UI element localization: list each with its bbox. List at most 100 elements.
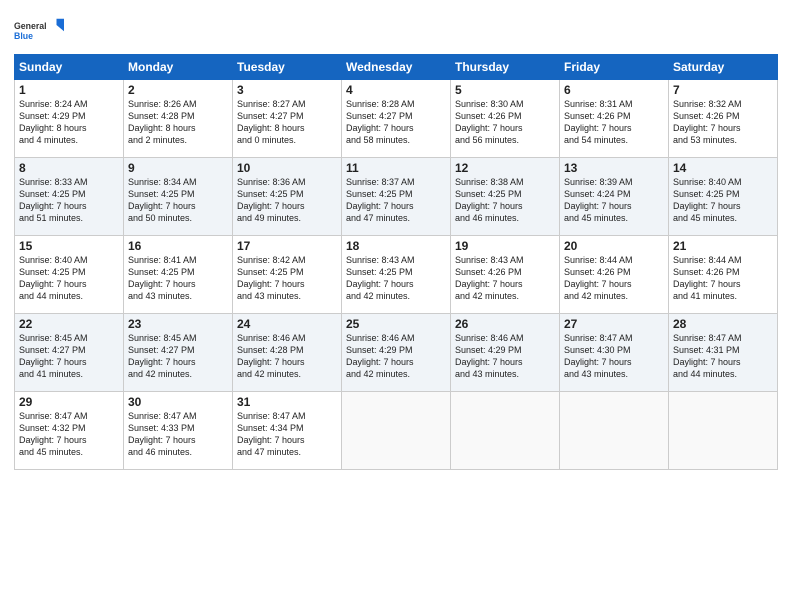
header-day-thursday: Thursday: [451, 55, 560, 80]
calendar-cell: [451, 392, 560, 470]
day-info: Sunrise: 8:40 AM Sunset: 4:25 PM Dayligh…: [673, 176, 773, 225]
calendar-cell: 22Sunrise: 8:45 AM Sunset: 4:27 PM Dayli…: [15, 314, 124, 392]
day-number: 8: [19, 161, 119, 175]
day-number: 23: [128, 317, 228, 331]
calendar-cell: 11Sunrise: 8:37 AM Sunset: 4:25 PM Dayli…: [342, 158, 451, 236]
day-number: 31: [237, 395, 337, 409]
calendar-cell: 19Sunrise: 8:43 AM Sunset: 4:26 PM Dayli…: [451, 236, 560, 314]
day-number: 4: [346, 83, 446, 97]
calendar-cell: 7Sunrise: 8:32 AM Sunset: 4:26 PM Daylig…: [669, 80, 778, 158]
day-info: Sunrise: 8:45 AM Sunset: 4:27 PM Dayligh…: [19, 332, 119, 381]
svg-text:General: General: [14, 21, 47, 31]
header-day-saturday: Saturday: [669, 55, 778, 80]
day-number: 2: [128, 83, 228, 97]
day-info: Sunrise: 8:37 AM Sunset: 4:25 PM Dayligh…: [346, 176, 446, 225]
calendar-cell: [560, 392, 669, 470]
svg-text:Blue: Blue: [14, 31, 33, 41]
calendar-cell: 30Sunrise: 8:47 AM Sunset: 4:33 PM Dayli…: [124, 392, 233, 470]
calendar-cell: 9Sunrise: 8:34 AM Sunset: 4:25 PM Daylig…: [124, 158, 233, 236]
day-info: Sunrise: 8:44 AM Sunset: 4:26 PM Dayligh…: [673, 254, 773, 303]
day-info: Sunrise: 8:41 AM Sunset: 4:25 PM Dayligh…: [128, 254, 228, 303]
week-row-2: 8Sunrise: 8:33 AM Sunset: 4:25 PM Daylig…: [15, 158, 778, 236]
day-number: 9: [128, 161, 228, 175]
calendar-cell: 12Sunrise: 8:38 AM Sunset: 4:25 PM Dayli…: [451, 158, 560, 236]
day-info: Sunrise: 8:38 AM Sunset: 4:25 PM Dayligh…: [455, 176, 555, 225]
day-info: Sunrise: 8:34 AM Sunset: 4:25 PM Dayligh…: [128, 176, 228, 225]
day-info: Sunrise: 8:36 AM Sunset: 4:25 PM Dayligh…: [237, 176, 337, 225]
day-number: 24: [237, 317, 337, 331]
calendar-cell: 25Sunrise: 8:46 AM Sunset: 4:29 PM Dayli…: [342, 314, 451, 392]
day-number: 5: [455, 83, 555, 97]
calendar-cell: 15Sunrise: 8:40 AM Sunset: 4:25 PM Dayli…: [15, 236, 124, 314]
header-day-sunday: Sunday: [15, 55, 124, 80]
logo: General Blue: [14, 10, 64, 50]
day-number: 1: [19, 83, 119, 97]
week-row-5: 29Sunrise: 8:47 AM Sunset: 4:32 PM Dayli…: [15, 392, 778, 470]
calendar-cell: 4Sunrise: 8:28 AM Sunset: 4:27 PM Daylig…: [342, 80, 451, 158]
calendar-header: SundayMondayTuesdayWednesdayThursdayFrid…: [15, 55, 778, 80]
calendar-cell: 17Sunrise: 8:42 AM Sunset: 4:25 PM Dayli…: [233, 236, 342, 314]
day-number: 14: [673, 161, 773, 175]
day-number: 27: [564, 317, 664, 331]
day-number: 10: [237, 161, 337, 175]
day-number: 17: [237, 239, 337, 253]
header-day-tuesday: Tuesday: [233, 55, 342, 80]
day-number: 13: [564, 161, 664, 175]
day-number: 12: [455, 161, 555, 175]
calendar-cell: 1Sunrise: 8:24 AM Sunset: 4:29 PM Daylig…: [15, 80, 124, 158]
calendar-table: SundayMondayTuesdayWednesdayThursdayFrid…: [14, 54, 778, 470]
calendar-cell: 20Sunrise: 8:44 AM Sunset: 4:26 PM Dayli…: [560, 236, 669, 314]
calendar-cell: 27Sunrise: 8:47 AM Sunset: 4:30 PM Dayli…: [560, 314, 669, 392]
day-info: Sunrise: 8:27 AM Sunset: 4:27 PM Dayligh…: [237, 98, 337, 147]
day-info: Sunrise: 8:40 AM Sunset: 4:25 PM Dayligh…: [19, 254, 119, 303]
day-number: 11: [346, 161, 446, 175]
day-number: 30: [128, 395, 228, 409]
day-number: 20: [564, 239, 664, 253]
logo-svg: General Blue: [14, 10, 64, 50]
week-row-3: 15Sunrise: 8:40 AM Sunset: 4:25 PM Dayli…: [15, 236, 778, 314]
day-info: Sunrise: 8:46 AM Sunset: 4:28 PM Dayligh…: [237, 332, 337, 381]
day-number: 16: [128, 239, 228, 253]
day-info: Sunrise: 8:32 AM Sunset: 4:26 PM Dayligh…: [673, 98, 773, 147]
day-info: Sunrise: 8:24 AM Sunset: 4:29 PM Dayligh…: [19, 98, 119, 147]
day-info: Sunrise: 8:44 AM Sunset: 4:26 PM Dayligh…: [564, 254, 664, 303]
calendar-cell: 14Sunrise: 8:40 AM Sunset: 4:25 PM Dayli…: [669, 158, 778, 236]
day-info: Sunrise: 8:42 AM Sunset: 4:25 PM Dayligh…: [237, 254, 337, 303]
day-number: 3: [237, 83, 337, 97]
page-container: General Blue SundayMondayTuesdayWednesda…: [0, 0, 792, 480]
day-info: Sunrise: 8:33 AM Sunset: 4:25 PM Dayligh…: [19, 176, 119, 225]
calendar-cell: 31Sunrise: 8:47 AM Sunset: 4:34 PM Dayli…: [233, 392, 342, 470]
day-number: 18: [346, 239, 446, 253]
day-info: Sunrise: 8:39 AM Sunset: 4:24 PM Dayligh…: [564, 176, 664, 225]
week-row-1: 1Sunrise: 8:24 AM Sunset: 4:29 PM Daylig…: [15, 80, 778, 158]
calendar-cell: 13Sunrise: 8:39 AM Sunset: 4:24 PM Dayli…: [560, 158, 669, 236]
day-number: 19: [455, 239, 555, 253]
calendar-cell: [342, 392, 451, 470]
calendar-cell: 23Sunrise: 8:45 AM Sunset: 4:27 PM Dayli…: [124, 314, 233, 392]
day-info: Sunrise: 8:47 AM Sunset: 4:31 PM Dayligh…: [673, 332, 773, 381]
calendar-cell: 10Sunrise: 8:36 AM Sunset: 4:25 PM Dayli…: [233, 158, 342, 236]
day-info: Sunrise: 8:43 AM Sunset: 4:26 PM Dayligh…: [455, 254, 555, 303]
calendar-cell: 6Sunrise: 8:31 AM Sunset: 4:26 PM Daylig…: [560, 80, 669, 158]
day-number: 7: [673, 83, 773, 97]
day-number: 21: [673, 239, 773, 253]
day-number: 6: [564, 83, 664, 97]
day-info: Sunrise: 8:45 AM Sunset: 4:27 PM Dayligh…: [128, 332, 228, 381]
calendar-cell: 21Sunrise: 8:44 AM Sunset: 4:26 PM Dayli…: [669, 236, 778, 314]
calendar-cell: 24Sunrise: 8:46 AM Sunset: 4:28 PM Dayli…: [233, 314, 342, 392]
day-number: 28: [673, 317, 773, 331]
day-info: Sunrise: 8:47 AM Sunset: 4:34 PM Dayligh…: [237, 410, 337, 459]
header-day-wednesday: Wednesday: [342, 55, 451, 80]
header-day-friday: Friday: [560, 55, 669, 80]
day-info: Sunrise: 8:26 AM Sunset: 4:28 PM Dayligh…: [128, 98, 228, 147]
calendar-cell: [669, 392, 778, 470]
day-number: 26: [455, 317, 555, 331]
calendar-cell: 28Sunrise: 8:47 AM Sunset: 4:31 PM Dayli…: [669, 314, 778, 392]
calendar-cell: 29Sunrise: 8:47 AM Sunset: 4:32 PM Dayli…: [15, 392, 124, 470]
calendar-cell: 2Sunrise: 8:26 AM Sunset: 4:28 PM Daylig…: [124, 80, 233, 158]
calendar-cell: 8Sunrise: 8:33 AM Sunset: 4:25 PM Daylig…: [15, 158, 124, 236]
calendar-cell: 3Sunrise: 8:27 AM Sunset: 4:27 PM Daylig…: [233, 80, 342, 158]
day-info: Sunrise: 8:46 AM Sunset: 4:29 PM Dayligh…: [455, 332, 555, 381]
day-number: 25: [346, 317, 446, 331]
day-number: 29: [19, 395, 119, 409]
